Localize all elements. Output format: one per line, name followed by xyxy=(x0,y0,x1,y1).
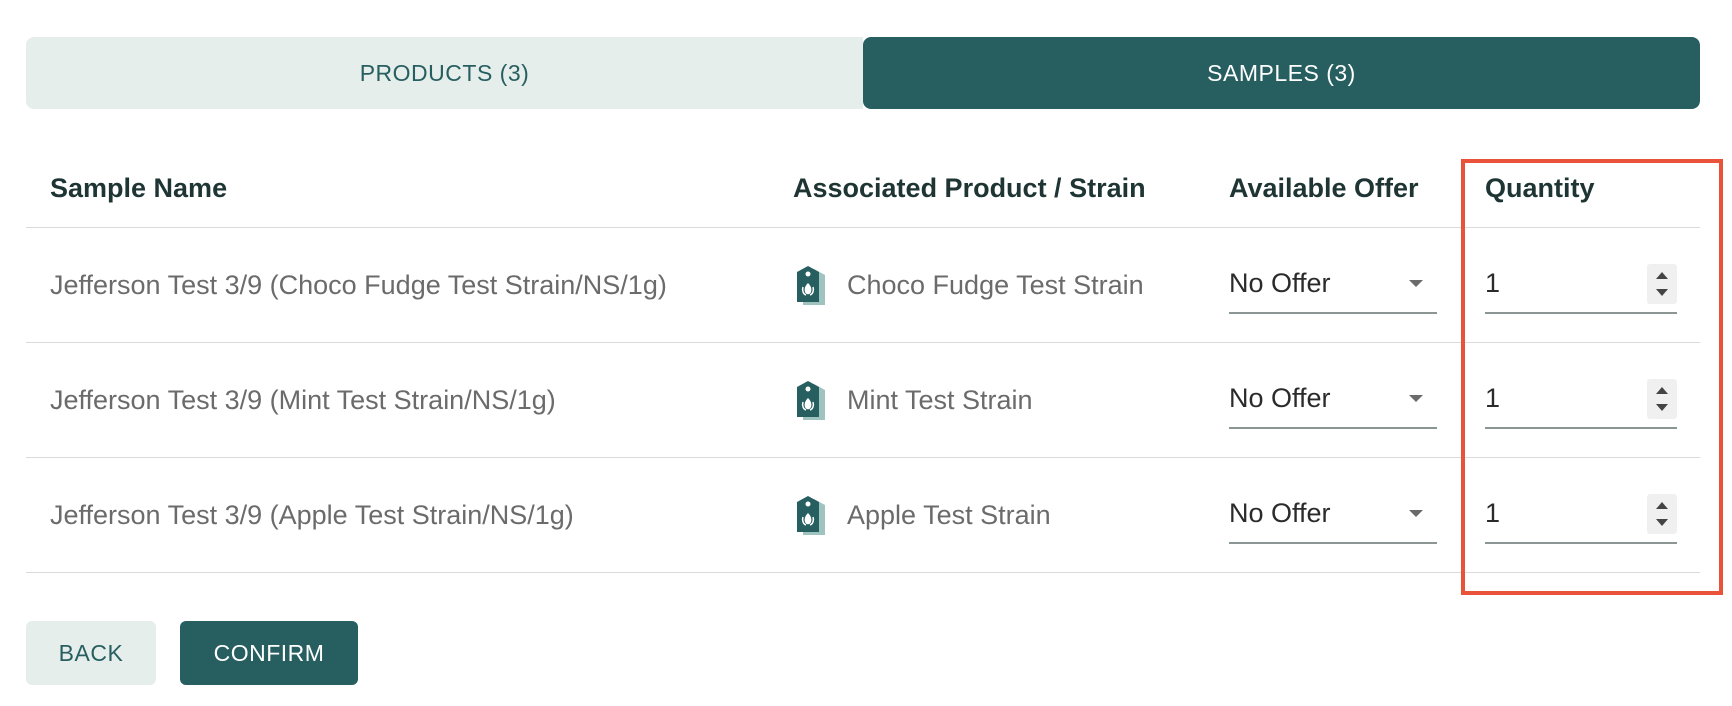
offer-select[interactable]: No Offer xyxy=(1229,484,1437,544)
header-offer: Available Offer xyxy=(1229,173,1419,203)
associated-product: Choco Fudge Test Strain xyxy=(847,269,1144,300)
chevron-down-icon xyxy=(1409,395,1423,402)
offer-value: No Offer xyxy=(1229,382,1331,413)
chevron-down-icon xyxy=(1409,280,1423,287)
offer-select[interactable]: No Offer xyxy=(1229,369,1437,429)
product-tag-icon xyxy=(797,266,825,305)
tab-bar: PRODUCTS (3) SAMPLES (3) xyxy=(26,37,1700,109)
table-row: Jefferson Test 3/9 (Apple Test Strain/NS… xyxy=(26,458,1700,573)
product-tag-icon xyxy=(797,496,825,535)
table-row: Jefferson Test 3/9 (Choco Fudge Test Str… xyxy=(26,228,1700,343)
sample-name: Jefferson Test 3/9 (Apple Test Strain/NS… xyxy=(50,499,574,530)
chevron-down-icon xyxy=(1409,510,1423,517)
sample-name: Jefferson Test 3/9 (Mint Test Strain/NS/… xyxy=(50,384,556,415)
associated-product: Apple Test Strain xyxy=(847,499,1051,530)
samples-table: Sample Name Associated Product / Strain … xyxy=(26,150,1700,573)
offer-value: No Offer xyxy=(1229,267,1331,298)
confirm-button[interactable]: CONFIRM xyxy=(180,621,358,685)
associated-product: Mint Test Strain xyxy=(847,384,1033,415)
offer-value: No Offer xyxy=(1229,497,1331,528)
table-header-row: Sample Name Associated Product / Strain … xyxy=(26,150,1700,228)
quantity-highlight-box xyxy=(1461,159,1723,595)
tab-products[interactable]: PRODUCTS (3) xyxy=(26,37,863,109)
tab-samples[interactable]: SAMPLES (3) xyxy=(863,37,1700,109)
back-button[interactable]: BACK xyxy=(26,621,156,685)
offer-select[interactable]: No Offer xyxy=(1229,254,1437,314)
table-row: Jefferson Test 3/9 (Mint Test Strain/NS/… xyxy=(26,343,1700,458)
header-sample-name: Sample Name xyxy=(50,173,228,203)
product-tag-icon xyxy=(797,381,825,420)
header-product: Associated Product / Strain xyxy=(793,173,1146,203)
sample-name: Jefferson Test 3/9 (Choco Fudge Test Str… xyxy=(50,269,667,300)
